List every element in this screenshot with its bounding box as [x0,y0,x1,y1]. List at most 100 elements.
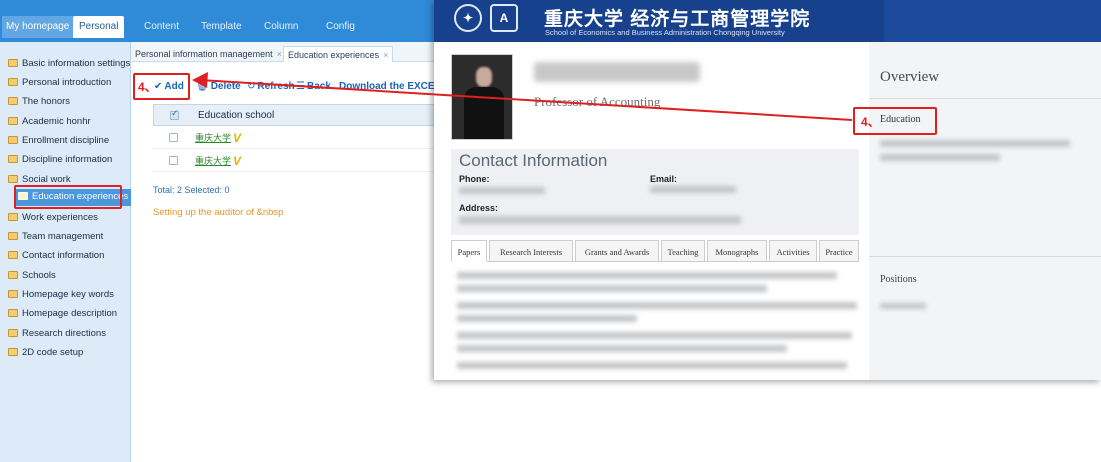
tab-template[interactable]: Template [201,18,242,36]
verified-mark: V [233,154,242,168]
phone-label: Phone: [459,174,490,184]
profile-position-title: Professor of Accounting [534,94,661,109]
folder-icon [8,251,18,259]
redacted-line [457,315,637,322]
folder-icon [8,78,18,86]
table-row[interactable]: 重庆大学 V [153,127,436,149]
folder-icon [8,213,18,221]
photo-face [476,67,492,87]
table-row[interactable]: 重庆大学 V [153,150,436,172]
school-link[interactable]: 重庆大学 [195,127,231,149]
contact-information-box: Contact Information Phone: Email: Addres… [451,149,859,235]
content-tabs-bar: Personal information management × Educati… [131,42,436,62]
list-icon: ☰ [296,81,305,92]
tab-config[interactable]: Config [326,18,355,36]
folder-icon [8,309,18,317]
folder-icon [8,59,18,67]
folder-icon [8,117,18,125]
total-count: Total: 2 Selected: 0 [153,185,230,195]
delete-button[interactable]: 🗑 Delete [196,78,241,96]
sidebar-item-academic-honor[interactable]: Academic honhr [8,114,130,130]
redacted-line [457,345,787,352]
back-button[interactable]: ☰ Back [296,78,331,96]
tab-research-interests[interactable]: Research Interests [489,240,573,262]
folder-icon [8,232,18,240]
profile-name-redacted [534,62,700,82]
tab-personal[interactable]: Personal [73,16,125,38]
sidebar-item-2d-code-setup[interactable]: 2D code setup [8,345,130,361]
tab-personal-information-management[interactable]: Personal information management × [135,46,282,62]
sidebar-item-label: Personal introduction [22,77,112,88]
trash-icon: 🗑 [196,81,209,92]
tab-column[interactable]: Column [264,18,298,36]
close-icon[interactable]: × [277,49,282,59]
redacted-line [457,285,767,292]
close-icon[interactable]: × [383,50,388,60]
sidebar-item-label: 2D code setup [22,347,84,358]
folder-icon [8,271,18,279]
row-checkbox[interactable] [169,156,178,165]
photo-body [464,87,504,139]
divider [869,98,1101,99]
redacted-line [457,362,847,369]
tab-education-experiences[interactable]: Education experiences × [283,46,394,62]
sidebar-item-label: Homepage key words [22,289,114,300]
sidebar-item-research-directions[interactable]: Research directions [8,326,130,342]
profile-photo [451,54,513,140]
column-header-education-school[interactable]: Education school [198,105,274,127]
tab-practice[interactable]: Practice [819,240,859,262]
download-excel-button[interactable]: Download the EXCEL [339,78,441,96]
refresh-button[interactable]: ↻ Refresh [247,78,295,96]
sidebar-item-honors[interactable]: The honors [8,94,130,110]
folder-icon [8,175,18,183]
email-label: Email: [650,174,678,184]
homepage-preview: ✦ A 重庆大学 经济与工商管理学院 School of Economics a… [434,0,1101,380]
tab-papers[interactable]: Papers [451,240,487,262]
step-number-left: 4、 [138,80,157,94]
tab-content[interactable]: Content [144,18,179,36]
redacted-line [457,302,857,309]
school-link[interactable]: 重庆大学 [195,150,231,172]
sidebar-item-basic-information[interactable]: Basic information settings [8,56,130,72]
sidebar-item-label: Contact information [22,250,105,261]
verified-mark: V [233,131,242,145]
sidebar-item-homepage-description[interactable]: Homepage description [8,306,130,322]
folder-icon [8,329,18,337]
positions-redacted [880,303,926,309]
sidebar-item-work-experiences[interactable]: Work experiences [8,210,130,226]
phone-redacted [459,187,545,194]
education-redacted [880,154,1000,161]
sidebar-item-discipline-information[interactable]: Discipline information [8,152,130,168]
screenshot-root: My homepage Personal Content Template Co… [0,0,1101,462]
sidebar-item-homepage-key-words[interactable]: Homepage key words [8,287,130,303]
tab-teaching[interactable]: Teaching [661,240,705,262]
university-name-en: School of Economics and Business Adminis… [545,28,785,37]
top-navigation: My homepage Personal Content Template Co… [0,0,436,42]
sidebar-item-contact-information[interactable]: Contact information [8,248,130,264]
tab-monographs[interactable]: Monographs [707,240,767,262]
sidebar-item-enrollment-discipline[interactable]: Enrollment discipline [8,133,130,149]
education-redacted [880,140,1070,147]
sidebar-item-personal-introduction[interactable]: Personal introduction [8,75,130,91]
school-logo-icon: A [490,4,518,32]
back-label: Back [306,81,331,92]
tab-label: Education experiences [288,50,380,60]
refresh-icon: ↻ [247,81,256,92]
tab-activities[interactable]: Activities [769,240,817,262]
redacted-line [457,332,852,339]
tab-my-homepage[interactable]: My homepage [2,16,74,38]
auditor-note: Setting up the auditor of &nbsp [153,207,284,218]
contact-title: Contact Information [459,151,608,170]
content-area: Personal information management × Educati… [131,42,441,462]
sidebar-item-schools[interactable]: Schools [8,268,130,284]
redacted-line [457,272,837,279]
sidebar-item-team-management[interactable]: Team management [8,229,130,245]
tab-grants-and-awards[interactable]: Grants and Awards [575,240,659,262]
university-name-cn: 重庆大学 经济与工商管理学院 [544,9,811,30]
overview-heading: Overview [880,69,940,85]
sidebar-item-label: Enrollment discipline [22,135,110,146]
select-all-checkbox[interactable] [170,108,179,120]
highlight-education-experiences [14,185,122,209]
row-checkbox[interactable] [169,133,178,142]
folder-icon [8,155,18,163]
